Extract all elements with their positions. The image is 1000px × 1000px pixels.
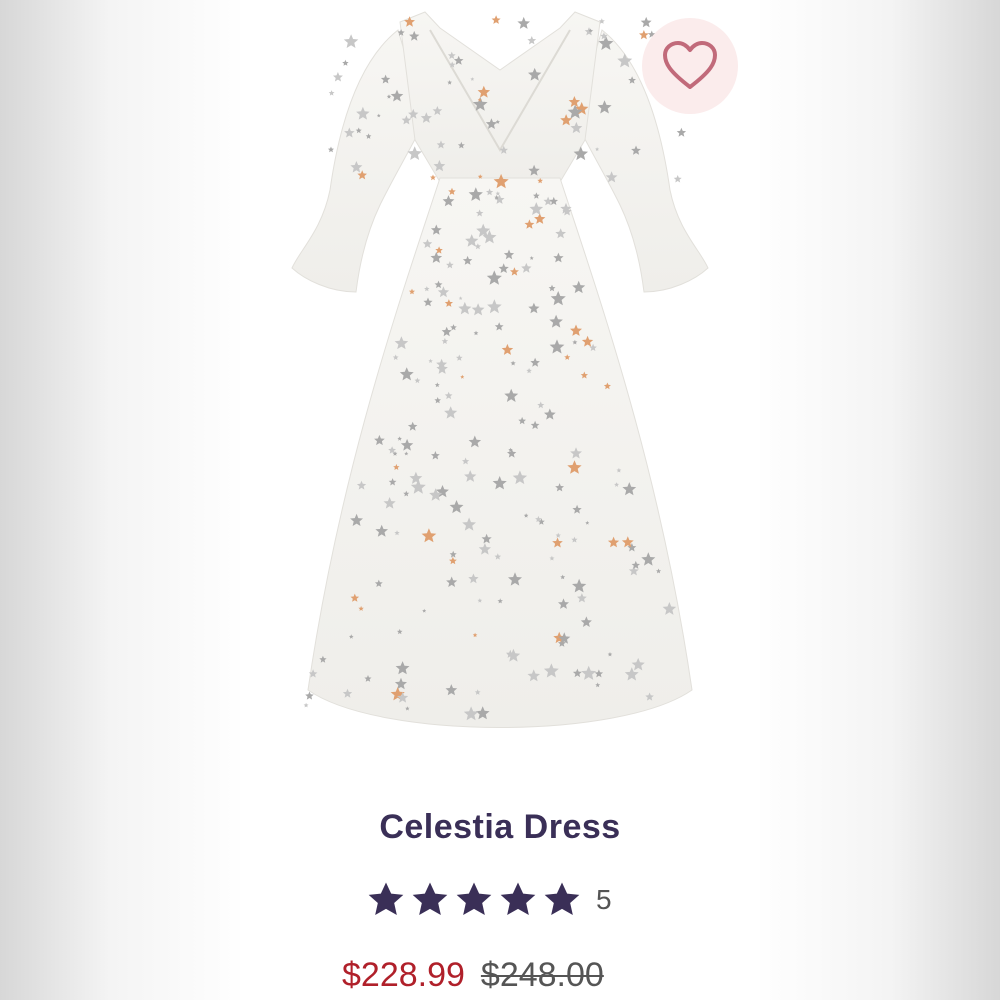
sparkle-decoration — [640, 16, 652, 28]
sparkle-decoration — [327, 146, 334, 153]
rating-count: 5 — [596, 884, 612, 915]
star-icon — [500, 882, 536, 915]
sparkle-decoration — [639, 30, 649, 40]
original-price: $248.00 — [480, 956, 604, 994]
heart-outline-icon — [663, 41, 717, 89]
wishlist-button[interactable] — [642, 18, 738, 114]
sparkle-decoration — [491, 15, 501, 24]
sparkle-decoration — [430, 174, 436, 181]
product-title[interactable]: Celestia Dress — [0, 808, 1000, 847]
sparkle-decoration — [343, 34, 359, 48]
sparkle-decoration — [342, 59, 349, 66]
star-icon — [544, 882, 580, 915]
sale-price: $228.99 — [342, 956, 465, 994]
sparkle-decoration — [673, 175, 682, 183]
rating: 5 — [366, 880, 612, 920]
sparkle-decoration — [333, 72, 343, 82]
rating-stars — [366, 880, 586, 920]
star-icon — [412, 882, 448, 915]
star-icon — [368, 882, 404, 915]
sparkle-decoration — [328, 90, 335, 96]
product-image[interactable] — [280, 0, 720, 770]
sparkle-decoration — [676, 127, 687, 137]
star-icon — [456, 882, 492, 915]
price-block: $228.99 $248.00 — [342, 956, 604, 995]
sparkle-decoration — [303, 702, 309, 708]
sparkle-decoration — [517, 16, 530, 29]
sparkle-decoration — [527, 36, 537, 45]
